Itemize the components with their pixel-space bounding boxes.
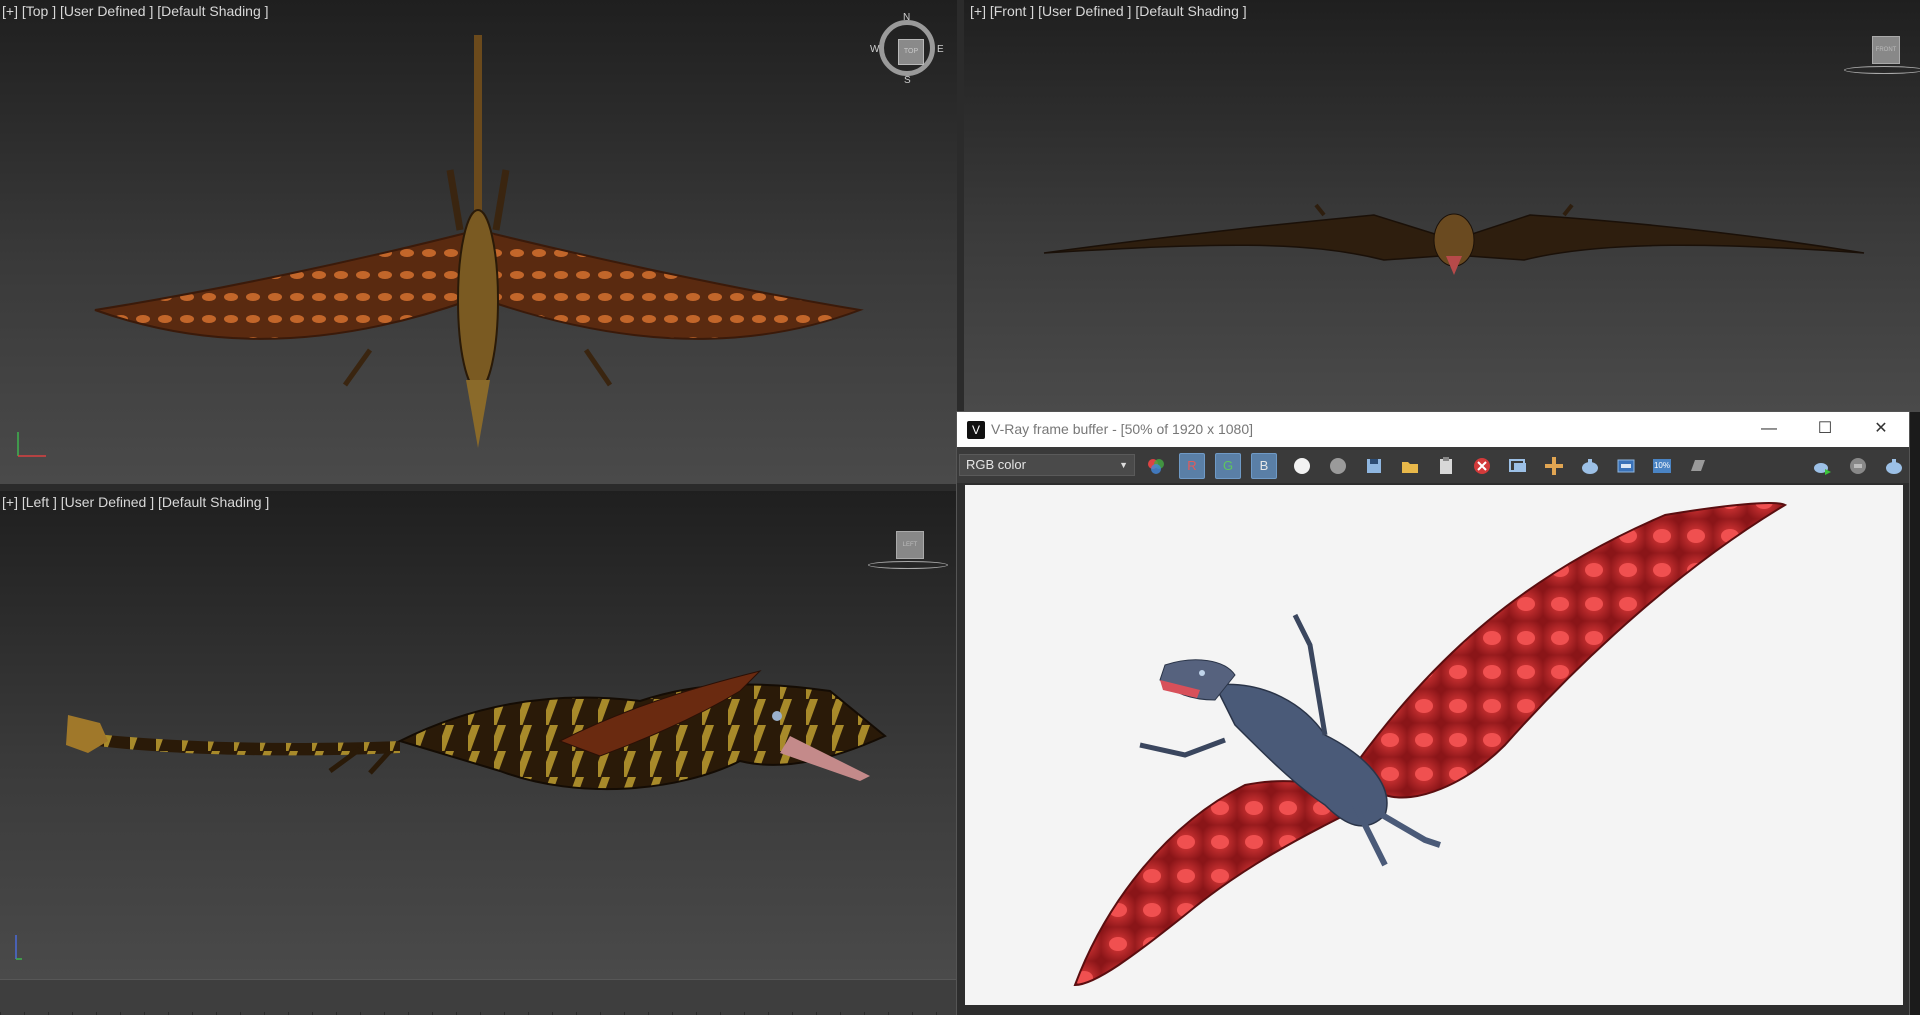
tail-side [70, 731, 400, 756]
eye-render [1199, 670, 1205, 676]
axis-tripod-left [15, 935, 22, 960]
vfb-toolbar: RGB color ▼ R G B 10% [957, 447, 1909, 483]
save-image-icon[interactable] [1361, 453, 1387, 479]
red-channel-button[interactable]: R [1179, 453, 1205, 479]
color-channels-icon[interactable] [1143, 453, 1169, 479]
pterosaur-render [1073, 502, 1788, 987]
axis-tripod-top [17, 432, 46, 457]
clipboard-icon[interactable] [1433, 453, 1459, 479]
3dsmax-workspace: [+] [Top ] [User Defined ] [Default Shad… [0, 0, 1920, 1015]
rendered-image[interactable] [965, 485, 1903, 1005]
zoom-percent-button[interactable]: 10% [1649, 453, 1675, 479]
tail-vane-side [66, 715, 108, 753]
time-slider[interactable] [0, 979, 957, 1015]
right-wing-top [476, 228, 864, 340]
minimize-button[interactable]: — [1741, 412, 1797, 447]
vray-frame-buffer-window[interactable]: V V-Ray frame buffer - [50% of 1920 x 10… [957, 412, 1909, 1015]
blue-channel-button[interactable]: B [1251, 453, 1277, 479]
viewport-front[interactable]: [+] [Front ] [User Defined ] [Default Sh… [964, 0, 1920, 412]
pterosaur-top-view [94, 35, 864, 448]
vfb-titlebar[interactable]: V V-Ray frame buffer - [50% of 1920 x 10… [957, 412, 1909, 447]
chevron-down-icon: ▼ [1119, 460, 1128, 470]
mono-gray-icon[interactable] [1325, 453, 1351, 479]
green-channel-button[interactable]: G [1215, 453, 1241, 479]
eye-side [772, 711, 782, 721]
head-top [466, 380, 490, 448]
open-folder-icon[interactable] [1397, 453, 1423, 479]
vfb-title: V-Ray frame buffer - [50% of 1920 x 1080… [991, 421, 1254, 437]
interactive-render-icon[interactable] [1809, 453, 1835, 479]
left-wing-top [94, 228, 480, 340]
region-render-icon[interactable] [1613, 453, 1639, 479]
body-top [457, 209, 499, 391]
viewport-top[interactable]: [+] [Top ] [User Defined ] [Default Shad… [0, 0, 957, 484]
pterosaur-side-view [66, 670, 887, 791]
viewport-left[interactable]: [+] [Left ] [User Defined ] [Default Sha… [0, 491, 957, 979]
zoom-percent-label: 10% [1653, 461, 1670, 470]
maximize-button[interactable]: ☐ [1797, 412, 1853, 447]
render-last-icon[interactable] [1881, 453, 1907, 479]
lens-effects-icon[interactable] [1685, 453, 1711, 479]
clear-image-icon[interactable] [1469, 453, 1495, 479]
channel-select-value: RGB color [966, 457, 1026, 472]
near-wing-render [1073, 780, 1367, 987]
far-wing-render [1353, 502, 1788, 799]
alpha-white-icon[interactable] [1289, 453, 1315, 479]
close-button[interactable]: ✕ [1853, 412, 1909, 447]
render-teapot-icon[interactable] [1577, 453, 1603, 479]
tail-top [474, 35, 482, 235]
viewport-splitter-horizontal[interactable] [0, 484, 957, 491]
stop-render-icon[interactable] [1845, 453, 1871, 479]
vray-logo-icon: V [967, 421, 985, 439]
channel-select[interactable]: RGB color ▼ [959, 454, 1135, 476]
near-arm-render [1139, 737, 1226, 758]
follow-mouse-icon[interactable] [1541, 453, 1567, 479]
duplicate-to-frame-icon[interactable] [1505, 453, 1531, 479]
pterosaur-front-view [1043, 203, 1865, 275]
claws-front [1314, 203, 1574, 217]
